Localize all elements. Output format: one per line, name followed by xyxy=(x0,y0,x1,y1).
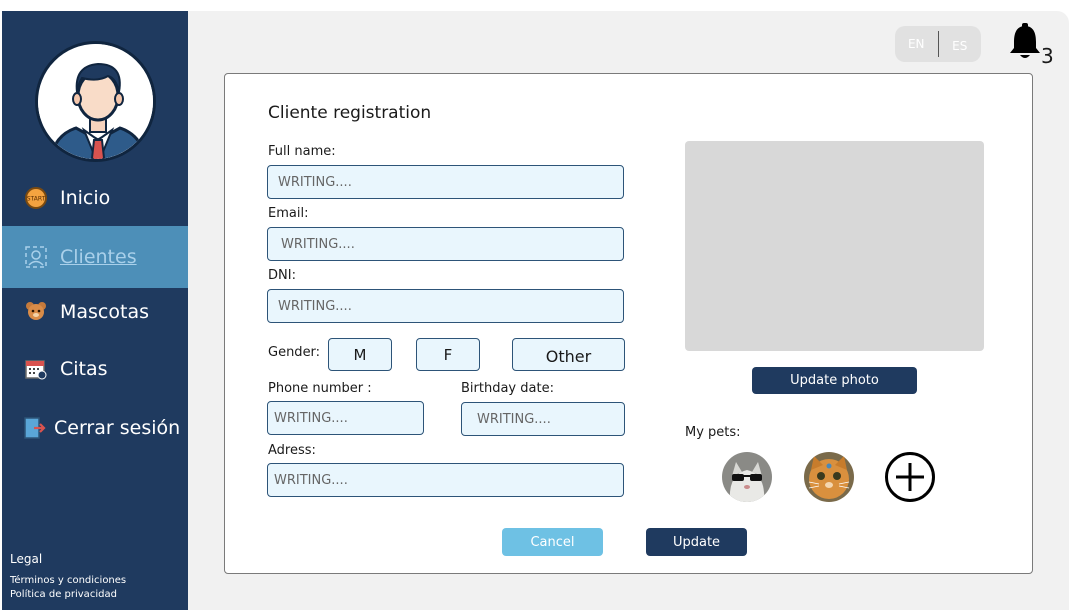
sidebar-item-clientes[interactable]: Clientes xyxy=(2,226,188,288)
language-toggle: EN ES xyxy=(895,26,981,62)
sidebar-item-citas[interactable]: Citas xyxy=(2,338,188,400)
clients-icon xyxy=(24,245,48,269)
bell-icon[interactable] xyxy=(1008,22,1042,62)
pet-avatar[interactable] xyxy=(804,452,854,502)
email-input[interactable] xyxy=(267,227,624,261)
dni-input[interactable] xyxy=(267,289,624,323)
gender-f-button[interactable]: F xyxy=(416,338,480,371)
phone-label: Phone number : xyxy=(268,381,372,396)
update-button[interactable]: Update xyxy=(646,528,747,556)
birthday-label: Birthday date: xyxy=(461,381,554,396)
birthday-input[interactable] xyxy=(461,402,625,436)
dni-label: DNI: xyxy=(268,268,296,283)
start-icon: START xyxy=(24,186,48,210)
my-pets-label: My pets: xyxy=(685,425,741,440)
add-pet-icon[interactable] xyxy=(884,451,936,503)
email-label: Email: xyxy=(268,206,309,221)
sidebar-item-label: Mascotas xyxy=(60,301,149,323)
full-name-label: Full name: xyxy=(268,144,336,159)
address-label: Adress: xyxy=(268,443,316,458)
terms-link[interactable]: Términos y condiciones xyxy=(10,575,126,586)
lang-en-button[interactable]: EN xyxy=(895,37,938,51)
privacy-link[interactable]: Política de privacidad xyxy=(10,589,117,600)
calendar-icon xyxy=(24,357,48,381)
user-avatar[interactable] xyxy=(35,41,156,162)
notification-count: 3 xyxy=(1041,44,1054,68)
sidebar-item-label: Citas xyxy=(60,358,108,380)
sidebar: START Inicio Clientes Mascotas Citas Cer… xyxy=(2,11,188,610)
sidebar-item-cerrar-sesion[interactable]: Cerrar sesión xyxy=(2,397,188,459)
gender-m-button[interactable]: M xyxy=(328,338,392,371)
gender-other-button[interactable]: Other xyxy=(512,338,625,371)
address-input[interactable] xyxy=(267,463,624,497)
sidebar-item-label: Cerrar sesión xyxy=(54,417,181,439)
lang-es-button[interactable]: ES xyxy=(938,35,981,53)
photo-placeholder xyxy=(685,141,984,351)
pet-avatar[interactable] xyxy=(722,452,772,502)
legal-title: Legal xyxy=(10,552,43,566)
phone-input[interactable] xyxy=(267,401,424,435)
sidebar-item-inicio[interactable]: START Inicio xyxy=(2,167,188,229)
bear-icon xyxy=(24,300,48,324)
gender-label: Gender: xyxy=(268,345,321,360)
cancel-button[interactable]: Cancel xyxy=(502,528,603,556)
full-name-input[interactable] xyxy=(267,165,624,199)
update-photo-button[interactable]: Update photo xyxy=(752,367,917,394)
sidebar-item-label: Inicio xyxy=(60,187,111,209)
logout-icon xyxy=(22,416,46,440)
page-title: Cliente registration xyxy=(268,103,432,123)
sidebar-item-label: Clientes xyxy=(60,246,137,268)
svg-text:START: START xyxy=(27,196,46,203)
sidebar-item-mascotas[interactable]: Mascotas xyxy=(2,281,188,343)
